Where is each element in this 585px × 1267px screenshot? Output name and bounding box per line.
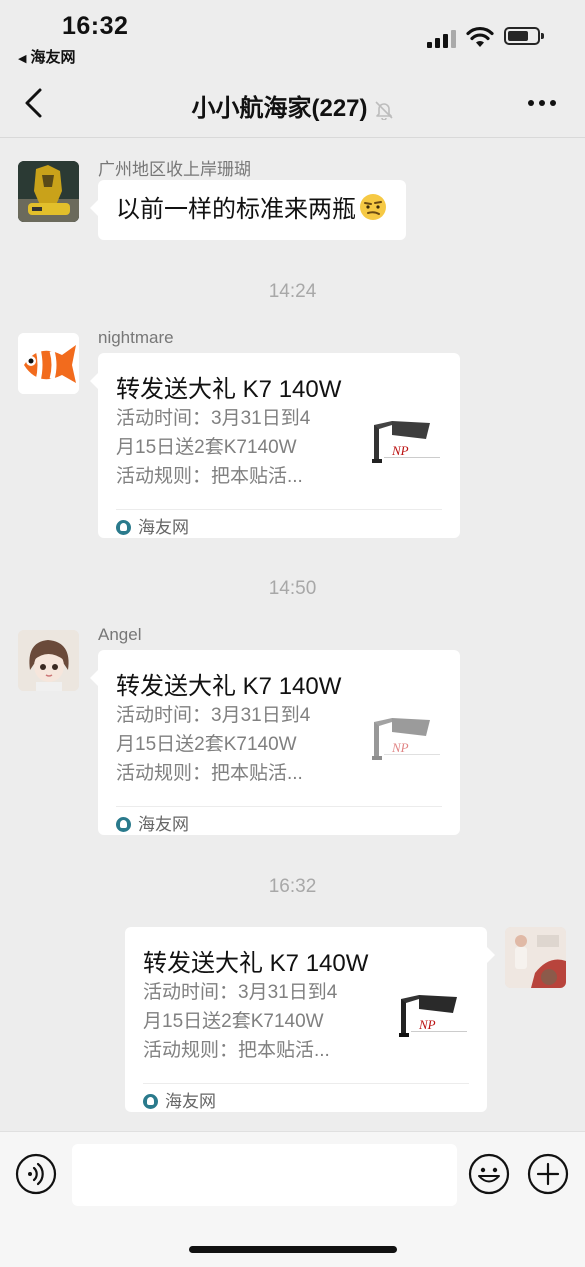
svg-text:NP: NP	[418, 1017, 436, 1032]
timestamp: 14:50	[268, 578, 317, 599]
card-description-line: 月15日送2套K7140W	[143, 1011, 324, 1032]
timestamp: 16:32	[268, 876, 317, 897]
card-title: 转发送大礼 K7 140W	[116, 673, 342, 700]
battery-icon	[504, 27, 544, 45]
card-source: 海友网	[116, 810, 189, 835]
card-description-line: 活动时间：3月31日到4	[116, 408, 311, 429]
card-description-line: 活动规则：把本贴活...	[143, 1040, 330, 1061]
card-source: 海友网	[116, 513, 189, 538]
svg-text:NP: NP	[391, 740, 409, 755]
card-description-line: 活动规则：把本贴活...	[116, 763, 303, 784]
my-avatar[interactable]	[505, 927, 566, 988]
card-description: 活动时间：3月31日到4 月15日送2套K7140W 活动规则：把本贴活...	[143, 978, 365, 1065]
card-source-label: 海友网	[138, 518, 189, 537]
back-app-label: 海友网	[30, 49, 76, 66]
card-thumbnail-lamp: NP	[372, 718, 440, 760]
card-thumbnail-lamp: NP	[399, 995, 467, 1037]
card-title: 转发送大礼 K7 140W	[143, 950, 369, 977]
source-logo-icon	[116, 817, 131, 832]
avatar[interactable]	[18, 161, 79, 222]
back-to-app-link[interactable]: ◀ 海友网	[18, 46, 75, 67]
card-description-line: 月15日送2套K7140W	[116, 437, 297, 458]
card-title: 转发送大礼 K7 140W	[116, 376, 342, 403]
chat-title: 小小航海家(227)	[0, 88, 585, 123]
svg-text:NP: NP	[391, 443, 409, 458]
message-bubble[interactable]: 以前一样的标准来两瓶	[90, 180, 406, 240]
voice-input-icon[interactable]	[15, 1153, 57, 1195]
card-description: 活动时间：3月31日到4 月15日送2套K7140W 活动规则：把本贴活...	[116, 701, 338, 788]
emoji-picker-icon[interactable]	[468, 1153, 510, 1195]
timestamp: 14:24	[268, 281, 317, 302]
chat-header: 小小航海家(227)	[0, 70, 585, 138]
sender-name: Angel	[98, 625, 142, 644]
plus-attach-icon[interactable]	[527, 1153, 569, 1195]
cellular-signal-icon	[427, 30, 457, 48]
smirk-emoji-icon	[360, 194, 386, 220]
back-triangle-icon: ◀	[18, 53, 27, 65]
link-card[interactable]: 转发送大礼 K7 140W 活动时间：3月31日到4 月15日送2套K7140W…	[125, 927, 495, 1112]
card-divider	[116, 806, 442, 807]
card-description: 活动时间：3月31日到4 月15日送2套K7140W 活动规则：把本贴活...	[116, 404, 338, 491]
home-indicator[interactable]	[189, 1246, 397, 1253]
message-input[interactable]	[72, 1144, 457, 1206]
avatar[interactable]	[18, 333, 79, 394]
card-source-label: 海友网	[138, 815, 189, 834]
source-logo-icon	[143, 1094, 158, 1109]
chat-title-text: 小小航海家(227)	[191, 95, 368, 122]
status-bar: 16:32 ◀ 海友网	[0, 0, 585, 70]
card-source-label: 海友网	[165, 1092, 216, 1111]
card-description-line: 活动时间：3月31日到4	[116, 705, 311, 726]
card-divider	[116, 509, 442, 510]
wifi-icon	[466, 26, 494, 47]
mute-bell-icon	[374, 101, 393, 120]
message-text: 以前一样的标准来两瓶	[116, 196, 356, 223]
card-divider	[143, 1083, 469, 1084]
link-card[interactable]: 转发送大礼 K7 140W 活动时间：3月31日到4 月15日送2套K7140W…	[90, 650, 460, 835]
link-card[interactable]: 转发送大礼 K7 140W 活动时间：3月31日到4 月15日送2套K7140W…	[90, 353, 460, 538]
clock: 16:32	[62, 12, 129, 40]
source-logo-icon	[116, 520, 131, 535]
card-description-line: 活动时间：3月31日到4	[143, 982, 338, 1003]
sender-name: 广州地区收上岸珊瑚	[98, 160, 251, 179]
card-source: 海友网	[143, 1087, 216, 1112]
card-description-line: 月15日送2套K7140W	[116, 734, 297, 755]
card-description-line: 活动规则：把本贴活...	[116, 466, 303, 487]
sender-name: nightmare	[98, 328, 174, 347]
avatar[interactable]	[18, 630, 79, 691]
card-thumbnail-lamp: NP	[372, 421, 440, 463]
more-options-icon[interactable]	[528, 100, 558, 108]
